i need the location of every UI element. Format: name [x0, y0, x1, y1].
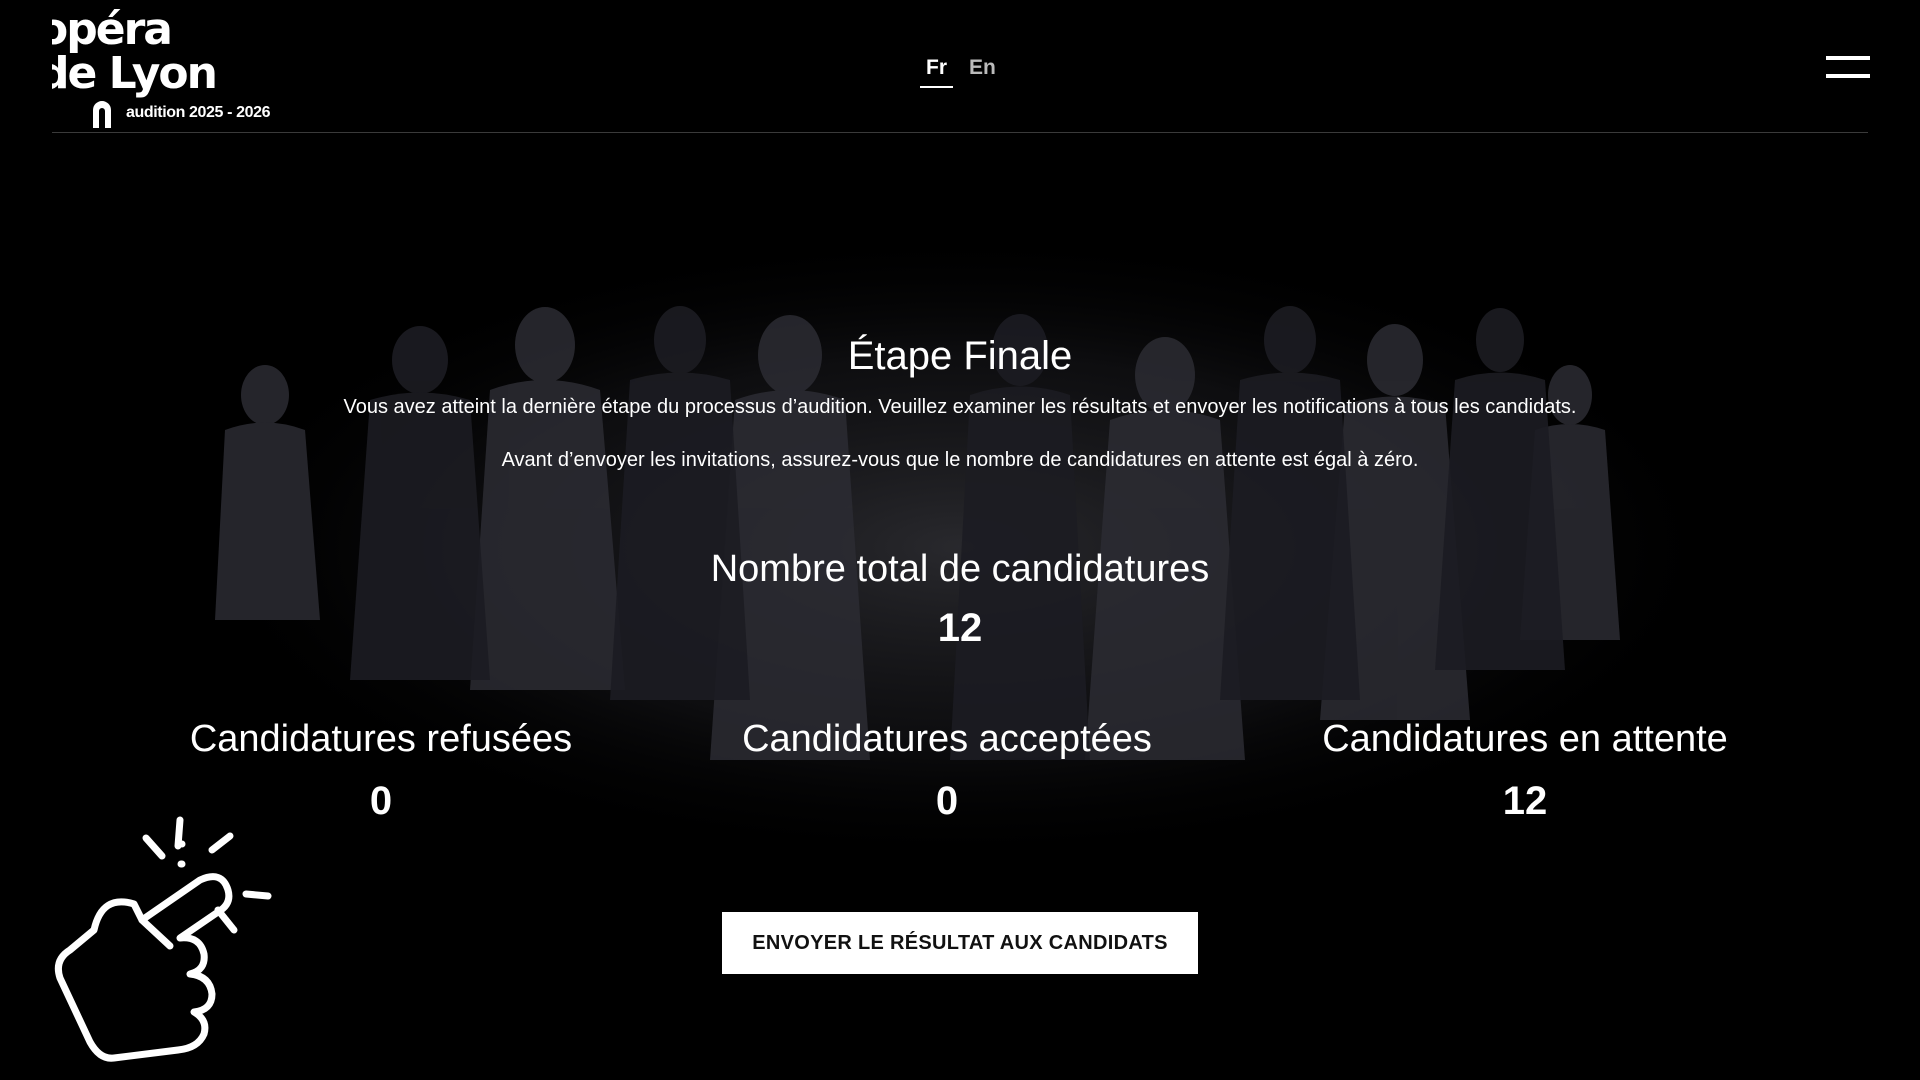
pending-applications-stat: Candidatures en attente 12 [1245, 718, 1805, 824]
refused-applications-label: Candidatures refusées [189, 718, 573, 760]
page: opéra de Lyon audition 2025 - 2026 Fr En… [0, 0, 1920, 1080]
pointing-hand-click-icon [54, 816, 272, 1062]
accepted-applications-label: Candidatures acceptées [742, 718, 1152, 760]
pending-applications-label: Candidatures en attente [1322, 718, 1728, 760]
page-title: Étape Finale [847, 334, 1073, 378]
accepted-applications-stat: Candidatures acceptées 0 [667, 718, 1227, 824]
stage-description: Vous avez atteint la dernière étape du p… [343, 396, 1577, 418]
accepted-applications-value: 0 [935, 779, 959, 823]
total-applications-label: Nombre total de candidatures [710, 548, 1210, 590]
refused-applications-stat: Candidatures refusées 0 [101, 718, 661, 824]
pending-warning: Avant d’envoyer les invitations, assurez… [501, 449, 1419, 471]
pending-applications-value: 12 [1502, 779, 1548, 823]
send-results-button[interactable]: ENVOYER LE RÉSULTAT AUX CANDIDATS [722, 912, 1198, 974]
total-applications-value: 12 [937, 606, 983, 650]
